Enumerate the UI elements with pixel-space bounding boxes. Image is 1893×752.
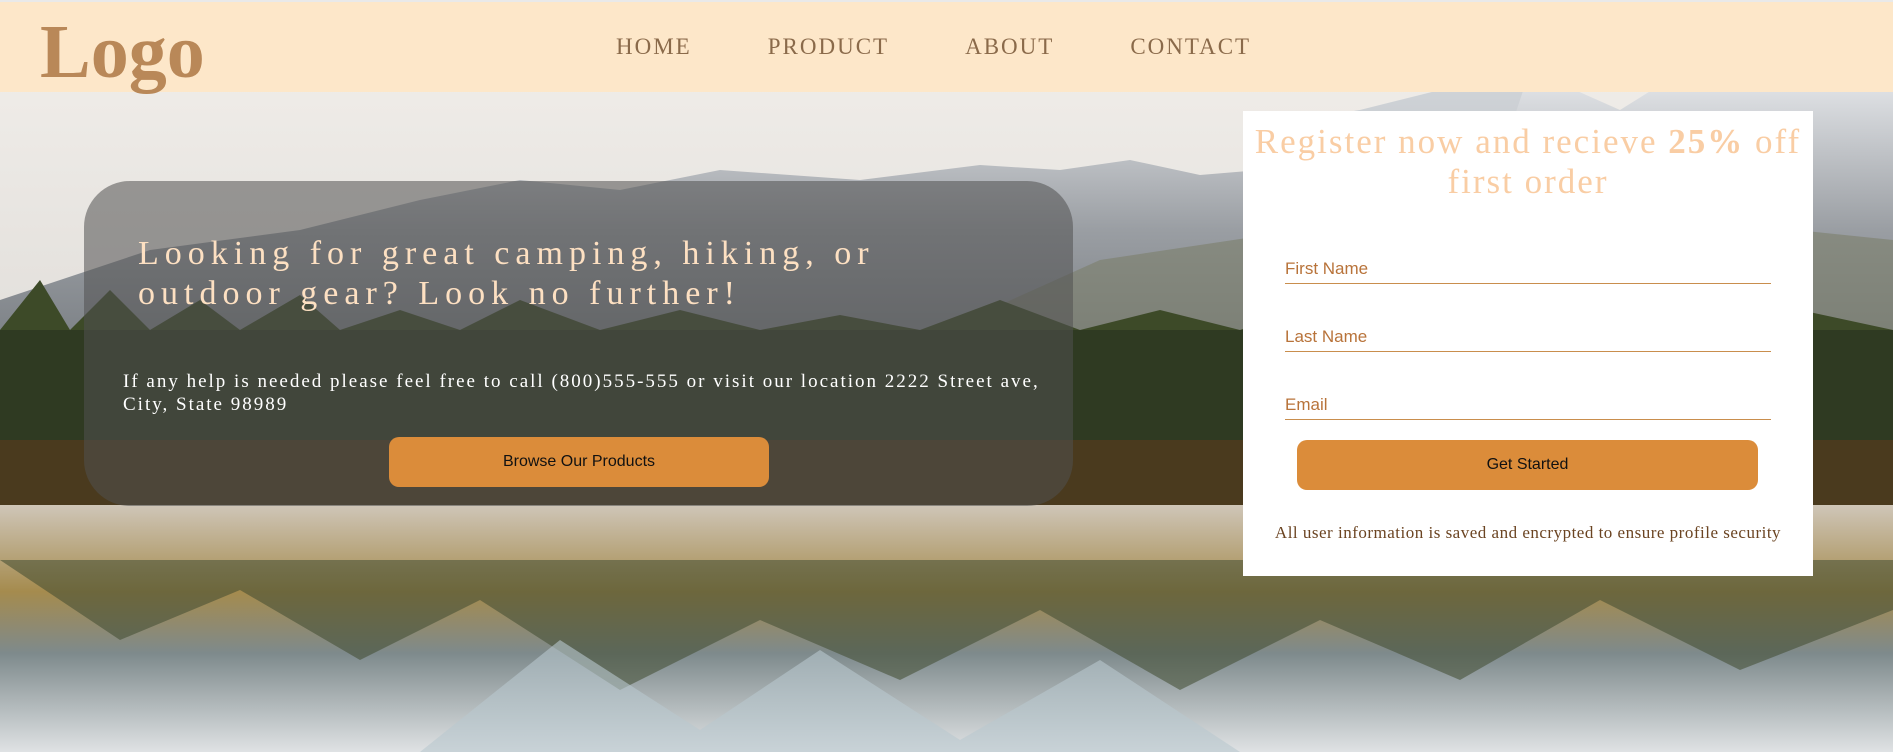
site-header: Logo HOME PRODUCT ABOUT CONTACT — [0, 0, 1893, 94]
get-started-button[interactable]: Get Started — [1297, 440, 1758, 490]
register-title: Register now and recieve 25% off first o… — [1253, 122, 1803, 202]
email-field[interactable] — [1285, 390, 1771, 420]
hero-title: Looking for great camping, hiking, or ou… — [138, 235, 875, 312]
first-name-field[interactable] — [1285, 254, 1771, 284]
nav-about-link[interactable]: ABOUT — [965, 34, 1054, 60]
main-nav: HOME PRODUCT ABOUT CONTACT — [616, 34, 1327, 60]
last-name-field[interactable] — [1285, 322, 1771, 352]
hero-contact-info: If any help is needed please feel free t… — [123, 371, 1040, 415]
register-title-prefix: Register now and recieve — [1254, 122, 1669, 161]
logo[interactable]: Logo — [40, 8, 205, 96]
nav-contact-link[interactable]: CONTACT — [1130, 34, 1251, 60]
nav-home-link[interactable]: HOME — [616, 34, 692, 60]
register-discount: 25% — [1668, 122, 1745, 161]
security-note: All user information is saved and encryp… — [1274, 523, 1782, 542]
nav-product-link[interactable]: PRODUCT — [768, 34, 889, 60]
browse-products-button[interactable]: Browse Our Products — [389, 437, 769, 487]
